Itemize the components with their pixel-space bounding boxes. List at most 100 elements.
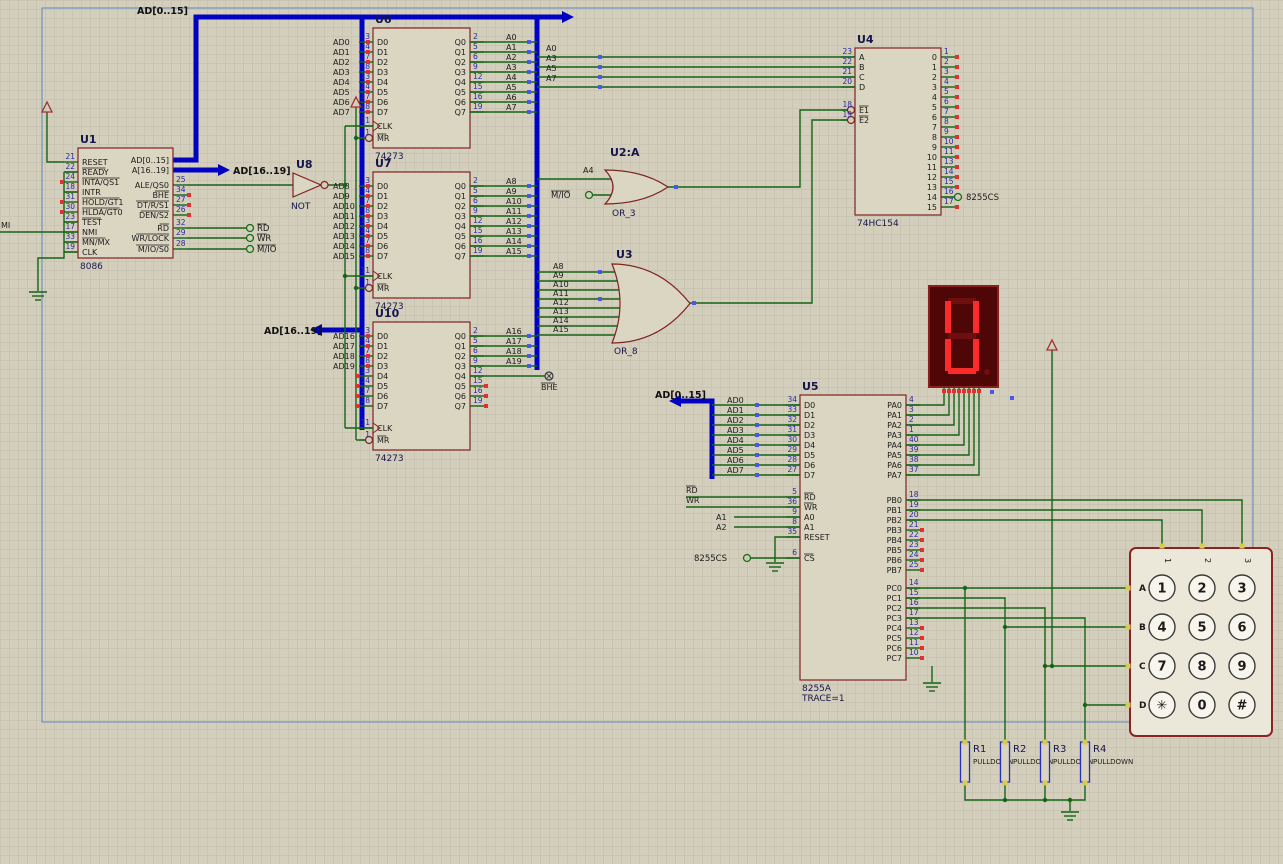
marker xyxy=(955,165,959,169)
resistor-R1[interactable] xyxy=(959,741,971,783)
wire[interactable] xyxy=(46,112,64,163)
wire[interactable] xyxy=(906,597,1006,742)
pin-name: PB3 xyxy=(887,526,902,535)
pin-number: 1 xyxy=(365,430,370,439)
pin-number: 9 xyxy=(944,127,949,136)
pin-name: PC6 xyxy=(887,644,903,653)
net-label: AD3 xyxy=(727,426,744,435)
marker xyxy=(527,354,531,358)
pin-number: 11 xyxy=(360,116,370,125)
pin-name: D1 xyxy=(377,48,388,57)
marker xyxy=(60,200,64,204)
pin-name: PC7 xyxy=(887,654,903,663)
marker xyxy=(1042,739,1048,745)
marker xyxy=(920,548,924,552)
keypad-col-label: 2 xyxy=(1203,558,1212,563)
marker xyxy=(1125,663,1131,669)
wire[interactable] xyxy=(906,519,1163,546)
net-label: AD0 xyxy=(333,38,350,47)
marker xyxy=(967,389,971,393)
terminal[interactable] xyxy=(953,192,963,202)
pin-number: 12 xyxy=(909,628,919,637)
power-terminal[interactable] xyxy=(40,100,54,113)
pin-number: 6 xyxy=(792,548,797,557)
net-label: BHE xyxy=(541,383,558,392)
gate-U3[interactable] xyxy=(611,263,691,344)
gate-value: NOT xyxy=(291,202,311,212)
pin-name: D4 xyxy=(377,372,388,381)
pin-name: PB2 xyxy=(887,516,902,525)
marker xyxy=(1002,739,1008,745)
pin-name: Q5 xyxy=(455,232,466,241)
pin-number: 2 xyxy=(473,32,478,41)
marker xyxy=(920,538,924,542)
marker xyxy=(755,403,759,407)
pin-number: 13 xyxy=(944,157,954,166)
net-label: A1 xyxy=(506,43,517,52)
bus-arrow xyxy=(218,164,230,176)
pin-name: 3 xyxy=(932,83,937,92)
pin-name: CS xyxy=(804,554,815,563)
terminal[interactable] xyxy=(245,233,255,243)
gate-U8[interactable] xyxy=(292,172,323,198)
key-label: # xyxy=(1237,699,1248,714)
pin-number: 29 xyxy=(787,445,797,454)
resistor-R2[interactable] xyxy=(999,741,1011,783)
pin-number: 14 xyxy=(360,376,370,385)
pin-name: A1 xyxy=(804,523,815,532)
marker xyxy=(955,205,959,209)
pin-name: 2 xyxy=(932,73,937,82)
pin-number: 5 xyxy=(473,336,478,345)
terminal[interactable] xyxy=(245,223,255,233)
wire[interactable] xyxy=(690,119,848,304)
marker xyxy=(366,60,370,64)
bus[interactable] xyxy=(681,398,715,479)
marker xyxy=(920,656,924,660)
pin-number: 16 xyxy=(473,386,483,395)
net-label: A3 xyxy=(506,63,517,72)
pin-number: 39 xyxy=(909,445,919,454)
pin-number: 35 xyxy=(787,527,797,536)
pin-name: Q4 xyxy=(455,222,466,231)
pin-name: DEN/S2 xyxy=(139,211,169,220)
net-label: AD2 xyxy=(333,58,350,67)
pin-name: Q5 xyxy=(455,382,466,391)
pin-number: 34 xyxy=(176,185,186,194)
marker xyxy=(598,55,602,59)
junction-dot xyxy=(1082,702,1088,708)
pin-name: E2 xyxy=(859,116,869,125)
resistor-R3[interactable] xyxy=(1039,741,1051,783)
pin-number: 6 xyxy=(944,97,949,106)
marker xyxy=(355,374,359,378)
pin-name: MR xyxy=(377,134,390,143)
net-label: A3 xyxy=(546,54,557,63)
terminal[interactable] xyxy=(245,244,255,254)
terminal[interactable] xyxy=(584,190,594,200)
segment-dp xyxy=(984,369,990,375)
marker xyxy=(990,390,994,394)
marker xyxy=(1199,543,1205,549)
net-label: AD18 xyxy=(333,352,355,361)
wire[interactable] xyxy=(906,509,1203,546)
gate-ref: U3 xyxy=(616,248,633,261)
pin-name: INTA/QS1 xyxy=(82,178,119,187)
resistor-R4[interactable] xyxy=(1079,741,1091,783)
marker xyxy=(962,739,968,745)
wire[interactable] xyxy=(964,782,1086,801)
wire[interactable] xyxy=(906,617,1086,742)
net-label: AD19 xyxy=(333,362,355,371)
power-terminal[interactable] xyxy=(1045,338,1059,351)
pin-name: PA1 xyxy=(887,411,902,420)
terminal[interactable] xyxy=(742,553,752,563)
marker xyxy=(484,394,488,398)
pin-name: PA4 xyxy=(887,441,902,450)
wire[interactable] xyxy=(906,499,1243,546)
pin-name: RD xyxy=(804,493,816,502)
marker xyxy=(527,70,531,74)
bus-label: AD[16..19] xyxy=(233,166,291,177)
wire[interactable] xyxy=(668,109,848,188)
net-label: A17 xyxy=(506,337,522,346)
gate-U2:A[interactable] xyxy=(603,169,670,205)
net-label: A11 xyxy=(553,289,569,298)
wire[interactable] xyxy=(906,388,960,436)
